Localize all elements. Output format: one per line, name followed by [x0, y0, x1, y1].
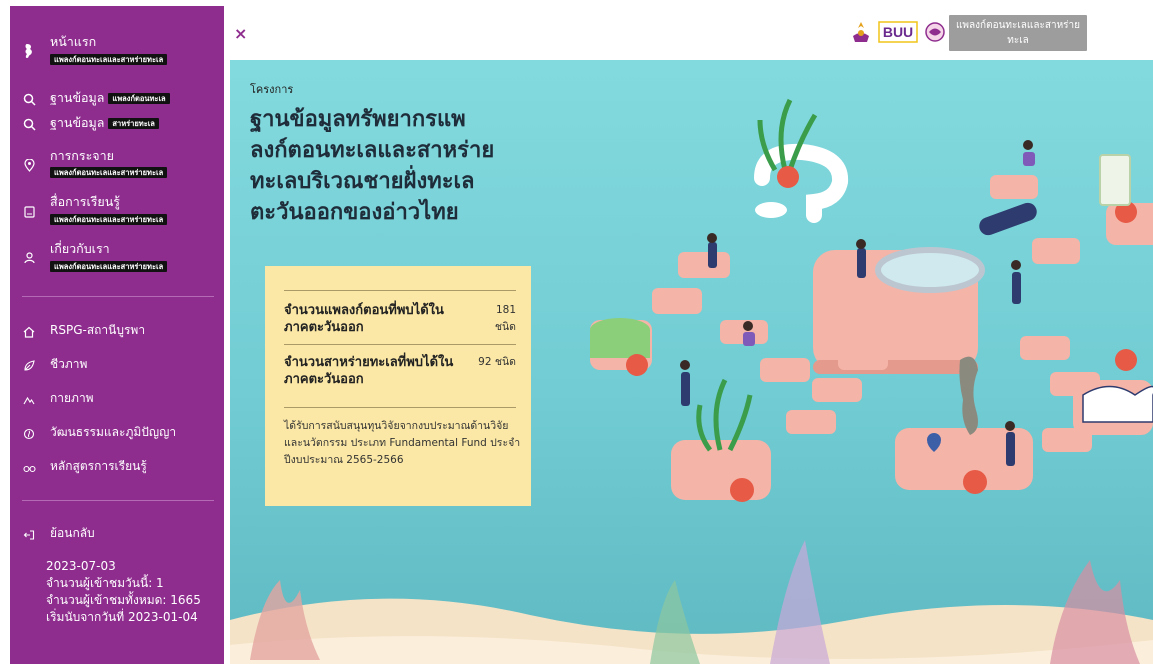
- card-divider: [284, 290, 516, 291]
- sidebar-item-label: สื่อการเรียนรู้: [50, 194, 121, 209]
- sidebar-item-distribution[interactable]: การกระจาย แพลงก์ตอนทะเลและสาหร่ายทะเล: [10, 148, 224, 182]
- sidebar-item-label: หน้าแรก: [50, 34, 97, 49]
- sidebar-item-db-plankton[interactable]: ฐานข้อมูล แพลงก์ตอนทะเล: [10, 90, 224, 108]
- sidebar-item-home[interactable]: หน้าแรก แพลงก์ตอนทะเลและสาหร่ายทะเล: [10, 34, 224, 68]
- logo-group: BUU: [850, 20, 946, 44]
- back-arrow-icon: [22, 528, 36, 542]
- sidebar-link-label: กายภาพ: [50, 391, 94, 405]
- project-label: โครงการ: [250, 83, 294, 96]
- site-title-thai: แพลงก์ตอนทะเลและสาหร่ายทะเล: [955, 20, 1081, 46]
- book-icon: [22, 205, 36, 219]
- site-title-box[interactable]: แพลงก์ตอนทะเลและสาหร่ายทะเล Plankton and…: [949, 15, 1087, 63]
- sidebar-link-rspg[interactable]: RSPG-สถานีบูรพา: [10, 319, 224, 341]
- info-card: จำนวนแพลงก์ตอนที่พบได้ในภาคตะวันออก 181 ช…: [265, 266, 531, 506]
- sidebar-item-learning-media[interactable]: สื่อการเรียนรู้ แพลงก์ตอนทะเลและสาหร่ายท…: [10, 194, 224, 228]
- page-title-line: ตะวันออกของอ่าวไทย: [250, 200, 459, 225]
- search-icon: [22, 92, 36, 106]
- home-icon: [22, 325, 36, 339]
- sidebar-link-bio[interactable]: ชีวภาพ: [10, 353, 224, 375]
- user-icon: [22, 251, 36, 265]
- stats-date: 2023-07-03: [46, 559, 116, 573]
- app-window: หน้าแรก แพลงก์ตอนทะเลและสาหร่ายทะเล ฐานข…: [0, 0, 1153, 664]
- close-button[interactable]: ×: [234, 24, 247, 43]
- mountain-icon: [22, 393, 36, 407]
- sidebar-item-badge: แพลงก์ตอนทะเลและสาหร่ายทะเล: [50, 164, 168, 180]
- stat-algae-label: จำนวนสาหร่ายทะเลที่พบได้ในภาคตะวันออก: [284, 355, 454, 387]
- top-bar: × BUU แพลงก์ตอนทะเลและสาหร่ายทะเล Plankt…: [230, 6, 1153, 63]
- card-divider: [284, 344, 516, 345]
- visitor-stats: 2023-07-03 จำนวนผู้เข้าชมวันนี้: 1 จำนวน…: [46, 558, 201, 626]
- sidebar-item-badge: สาหร่ายทะเล: [108, 118, 159, 129]
- sidebar-item-label: ฐานข้อมูล: [50, 115, 105, 130]
- sidebar-link-label: ชีวภาพ: [50, 357, 88, 371]
- buu-logo-icon: BUU: [878, 21, 918, 43]
- sidebar-divider: [22, 500, 214, 501]
- search-icon: [22, 117, 36, 131]
- card-divider: [284, 407, 516, 408]
- sidebar-item-badge: แพลงก์ตอนทะเล: [108, 93, 170, 104]
- sidebar-link-physical[interactable]: กายภาพ: [10, 387, 224, 409]
- stats-today: จำนวนผู้เข้าชมวันนี้: 1: [46, 576, 164, 590]
- sidebar-link-label: วัฒนธรรมและภูมิปัญญา: [50, 425, 177, 439]
- sidebar-link-label: RSPG-สถานีบูรพา: [50, 323, 146, 337]
- back-label: ย้อนกลับ: [50, 526, 95, 540]
- sidebar-link-label: หลักสูตรการเรียนรู้: [50, 459, 147, 473]
- course-icon: [22, 461, 36, 475]
- svg-text:BUU: BUU: [883, 24, 913, 40]
- sidebar-divider: [22, 296, 214, 297]
- stat-algae: จำนวนสาหร่ายทะเลที่พบได้ในภาคตะวันออก 92…: [284, 354, 516, 388]
- main-content: × BUU แพลงก์ตอนทะเลและสาหร่ายทะเล Plankt…: [230, 6, 1153, 664]
- seahorse-icon: [22, 44, 36, 58]
- back-button[interactable]: ย้อนกลับ: [10, 522, 224, 544]
- sidebar-item-label-group: ฐานข้อมูล สาหร่ายทะเล: [50, 115, 159, 131]
- sidebar-item-badge: แพลงก์ตอนทะเลและสาหร่ายทะเล: [50, 211, 168, 227]
- page-title-line: ลงก์ตอนทะเลและสาหร่าย: [250, 138, 495, 163]
- stat-plankton-value: 181 ชนิด: [494, 304, 516, 333]
- stat-plankton: จำนวนแพลงก์ตอนที่พบได้ในภาคตะวันออก 181 ช…: [284, 302, 516, 336]
- page-title-line: ทะเลบริเวณชายฝั่งทะเล: [250, 169, 475, 194]
- sidebar-item-badge: แพลงก์ตอนทะเลและสาหร่ายทะเล: [50, 51, 168, 67]
- rspg-logo-icon: [925, 22, 945, 42]
- leaf-icon: [22, 359, 36, 373]
- page-title: ฐานข้อมูลทรัพยากรแพ ลงก์ตอนทะเลและสาหร่า…: [250, 104, 550, 228]
- sidebar: หน้าแรก แพลงก์ตอนทะเลและสาหร่ายทะเล ฐานข…: [10, 6, 224, 664]
- page-title-line: ฐานข้อมูลทรัพยากรแพ: [250, 107, 466, 132]
- sidebar-item-label: ฐานข้อมูล: [50, 90, 105, 105]
- sidebar-link-culture[interactable]: วัฒนธรรมและภูมิปัญญา: [10, 421, 224, 443]
- sidebar-item-label: เกี่ยวกับเรา: [50, 241, 110, 256]
- stat-algae-value: 92 ชนิด: [478, 356, 516, 368]
- sidebar-item-label-group: ฐานข้อมูล แพลงก์ตอนทะเล: [50, 90, 170, 106]
- culture-icon: [22, 427, 36, 441]
- hero-section: โครงการ ฐานข้อมูลทรัพยากรแพ ลงก์ตอนทะเลแ…: [230, 60, 1153, 664]
- stats-total: จำนวนผู้เข้าชมทั้งหมด: 1665: [46, 593, 201, 607]
- stats-since: เริ่มนับจากวันที่ 2023-01-04: [46, 610, 198, 624]
- sidebar-item-about[interactable]: เกี่ยวกับเรา แพลงก์ตอนทะเลและสาหร่ายทะเล: [10, 241, 224, 275]
- stat-plankton-label: จำนวนแพลงก์ตอนที่พบได้ในภาคตะวันออก: [284, 303, 444, 335]
- sidebar-link-course[interactable]: หลักสูตรการเรียนรู้: [10, 455, 224, 477]
- university-seal-icon: [853, 22, 869, 42]
- sidebar-item-db-algae[interactable]: ฐานข้อมูล สาหร่ายทะเล: [10, 115, 224, 133]
- sidebar-item-badge: แพลงก์ตอนทะเลและสาหร่ายทะเล: [50, 258, 168, 274]
- funding-text: ได้รับการสนับสนุนทุนวิจัยจากงบประมาณด้าน…: [284, 420, 521, 466]
- sidebar-item-label: การกระจาย: [50, 148, 114, 163]
- location-pin-icon: [22, 158, 36, 172]
